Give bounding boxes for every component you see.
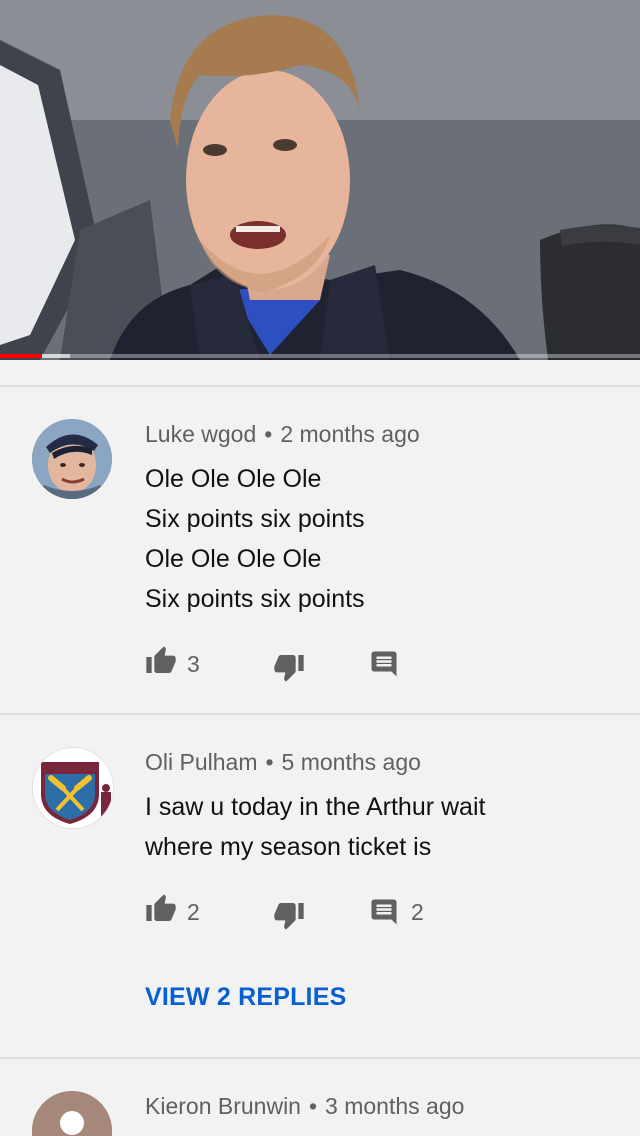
video-player[interactable] (0, 0, 640, 360)
like-count: 3 (187, 651, 200, 677)
comment-line: Ole Ole Ole Ole (145, 545, 322, 573)
progress-played (0, 354, 42, 358)
default-avatar-icon (32, 1091, 112, 1136)
comment-author[interactable]: Luke wgod (145, 421, 256, 447)
avatar[interactable] (32, 1091, 112, 1136)
avatar[interactable] (32, 747, 114, 829)
comment-meta: Luke wgod • 2 months ago (145, 421, 420, 448)
progress-bar[interactable] (0, 354, 640, 358)
like-count: 2 (187, 899, 200, 925)
separator-dot: • (308, 1093, 318, 1119)
comment-line: Six points six points (145, 585, 365, 613)
comment-author[interactable]: Oli Pulham (145, 749, 257, 775)
reply-icon[interactable] (369, 649, 399, 679)
comment-meta: Oli Pulham • 5 months ago (145, 749, 421, 776)
comment: Oli Pulham • 5 months ago I saw u today in… (0, 715, 640, 1057)
avatar-image (32, 419, 112, 499)
separator-dot: • (264, 421, 273, 447)
comment-line: Ole Ole Ole Ole (145, 465, 322, 493)
reply-icon[interactable] (369, 897, 399, 927)
comment-time: 2 months ago (280, 421, 420, 447)
thumb-up-icon[interactable] (145, 645, 177, 677)
comment-text: Ole Ole Ole Ole Six points six points Ol… (145, 459, 365, 619)
comment-text: I saw u today in the Arthur wait where m… (145, 787, 485, 867)
comment-line: I saw u today in the Arthur wait (145, 793, 486, 821)
comment: Kieron Brunwin • 3 months ago (0, 1059, 640, 1136)
thumb-up-icon[interactable] (145, 893, 177, 925)
video-frame (0, 0, 640, 360)
west-ham-crest-icon (33, 748, 113, 828)
avatar[interactable] (32, 419, 112, 499)
comment-line: Six points six points (145, 505, 365, 533)
view-replies-button[interactable]: VIEW 2 REPLIES (145, 983, 346, 1012)
comment-author[interactable]: Kieron Brunwin (145, 1093, 301, 1119)
comment-time: 5 months ago (281, 749, 421, 775)
separator-dot: • (265, 749, 274, 775)
below-video-spacer (0, 360, 640, 386)
comment-time: 3 months ago (325, 1093, 465, 1119)
comment: Luke wgod • 2 months ago Ole Ole Ole Ole S… (0, 387, 640, 713)
reply-count: 2 (411, 899, 424, 925)
thumb-down-icon[interactable] (273, 651, 305, 683)
thumb-down-icon[interactable] (273, 899, 305, 931)
comment-meta: Kieron Brunwin • 3 months ago (145, 1093, 464, 1120)
comment-line: where my season ticket is (145, 833, 432, 861)
